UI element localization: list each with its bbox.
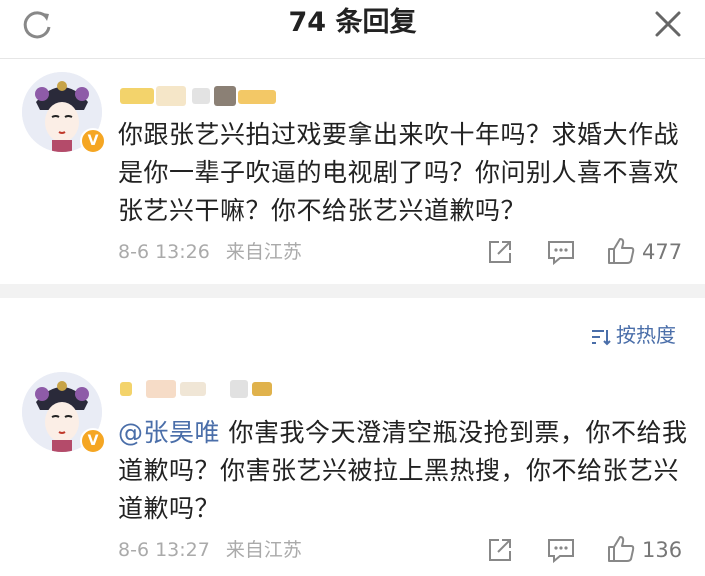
share-icon[interactable] [486,536,514,568]
reply-icon[interactable] [546,238,576,270]
share-icon[interactable] [486,238,514,270]
thumbs-up-icon [608,238,635,264]
sort-icon [592,329,611,345]
sort-label: 按热度 [616,323,676,347]
comment-text: 你跟张艺兴拍过戏要拿出来吹十年吗？求婚大作战是你一辈子吹逼的电视剧了吗？你问别人… [118,120,680,225]
thumbs-up-icon [608,536,635,562]
close-icon[interactable] [654,10,682,38]
verified-badge-icon: V [80,428,106,454]
blurred-username [120,380,272,398]
comment-meta: 8-6 13:26 来自江苏 [118,240,312,264]
reply-icon[interactable] [546,536,576,568]
header-divider [0,58,705,59]
mention-link[interactable]: @张昊唯 [118,418,220,447]
comment-date: 8-6 13:26 [118,241,210,263]
comment-source: 来自江苏 [225,539,302,561]
comment-meta: 8-6 13:27 来自江苏 [118,538,312,562]
sort-by-hot-button[interactable]: 按热度 [590,321,676,349]
like-count: 477 [642,240,683,264]
comment-text: @张昊唯 你害我今天澄清空瓶没抢到票，你不给我道歉吗？你害张艺兴被拉上黑热搜，你… [118,414,688,528]
like-button[interactable] [606,534,636,568]
like-count: 136 [642,538,683,562]
verified-badge-icon: V [80,128,106,154]
comment-source: 来自江苏 [225,241,302,263]
page-title: 74 条回复 [288,7,417,38]
section-separator [0,284,705,298]
blurred-username [120,86,276,106]
header-bar: 74 条回复 [0,0,705,58]
like-button[interactable] [606,236,636,270]
comment-date: 8-6 13:27 [118,539,210,561]
